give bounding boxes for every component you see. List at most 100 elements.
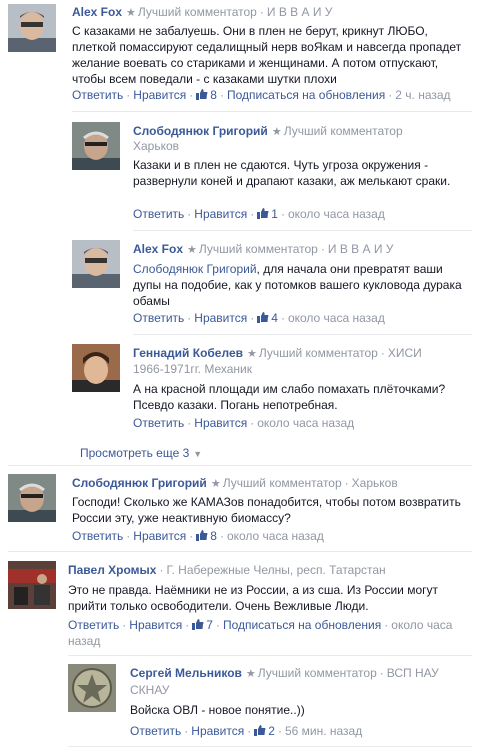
timestamp[interactable]: назад	[68, 634, 100, 648]
dot-separator: ·	[259, 5, 264, 19]
comment-header: Сергей Мельников ★ Лучший комментатор · ВСП …	[130, 666, 439, 682]
avatar[interactable]	[8, 4, 56, 52]
divider	[8, 465, 472, 466]
like-link[interactable]: Нравится	[194, 416, 247, 430]
comment-text: Слободянюк Григорий, для начала они прев…	[133, 261, 468, 309]
like-link[interactable]: Нравится	[194, 207, 247, 221]
star-icon: ★	[247, 348, 257, 360]
author-name[interactable]: Слободянюк Григорий	[72, 476, 207, 490]
like-count[interactable]: 4	[271, 311, 278, 325]
dot-separator: ·	[189, 529, 194, 543]
dot-separator: ·	[250, 416, 255, 430]
author-affiliation[interactable]: ХИСИ	[388, 346, 422, 360]
author-name[interactable]: Слободянюк Григорий	[133, 124, 268, 138]
timestamp[interactable]: 2 ч. назад	[395, 88, 450, 102]
dot-separator: ·	[384, 618, 389, 632]
avatar[interactable]	[8, 561, 56, 609]
timestamp-wrap: назад	[68, 634, 100, 649]
dot-separator: ·	[185, 618, 190, 632]
like-count[interactable]: 7	[206, 618, 213, 632]
dot-separator: ·	[247, 724, 252, 738]
timestamp[interactable]: около часа назад	[288, 207, 385, 221]
thumbs-up-icon[interactable]	[196, 88, 208, 100]
reply-link[interactable]: Ответить	[133, 311, 184, 325]
dot-separator: ·	[277, 724, 282, 738]
timestamp[interactable]: около часа назад	[288, 311, 385, 325]
top-commenter-badge: Лучший комментатор	[198, 242, 318, 256]
reply-link[interactable]: Ответить	[133, 207, 184, 221]
timestamp[interactable]: около часа назад	[227, 529, 324, 543]
author-name[interactable]: Alex Fox	[72, 5, 122, 19]
divider	[68, 655, 472, 656]
avatar[interactable]	[8, 474, 56, 522]
author-subline: 1966-1971гг. Механик	[133, 362, 253, 376]
author-location[interactable]: Харьков	[352, 476, 398, 490]
thumbs-up-icon[interactable]	[192, 618, 204, 630]
thumbs-up-icon[interactable]	[196, 529, 208, 541]
like-count[interactable]: 8	[210, 529, 217, 543]
subscribe-link[interactable]: Подписаться на обновления	[223, 618, 381, 632]
like-count[interactable]: 8	[210, 88, 217, 102]
comment-header: Слободянюк Григорий ★ Лучший комментатор	[133, 124, 403, 140]
comment-text: Это не правда. Наёмники не из России, а …	[68, 583, 439, 613]
timestamp[interactable]: около часа	[391, 618, 452, 632]
dot-separator: ·	[215, 618, 220, 632]
thumbs-up-icon[interactable]	[254, 724, 266, 736]
dot-separator: ·	[187, 207, 192, 221]
author-affiliation[interactable]: И В В А И У	[328, 242, 394, 256]
avatar[interactable]	[72, 122, 120, 170]
top-commenter-badge: Лучший комментатор	[222, 476, 342, 490]
like-link[interactable]: Нравится	[129, 618, 182, 632]
mention-link[interactable]: Слободянюк Григорий	[133, 262, 257, 276]
like-count[interactable]: 1	[271, 207, 278, 221]
author-location[interactable]: Г. Набережные Челны, респ. Татарстан	[166, 563, 385, 577]
timestamp[interactable]: 56 мин. назад	[285, 724, 362, 738]
author-name[interactable]: Геннадий Кобелев	[133, 346, 243, 360]
comment-actions: Ответить · Нравится · 7 · Подписаться на обнов…	[68, 618, 452, 633]
show-more-label[interactable]: Просмотреть еще 3	[80, 446, 189, 460]
dot-separator: ·	[126, 529, 131, 543]
comment-header: Павел Хромых · Г. Набережные Челны, респ. …	[68, 563, 386, 578]
comment-actions: Ответить · Нравится · около часа назад	[133, 416, 354, 431]
author-name[interactable]: Павел Хромых	[68, 563, 156, 577]
dot-separator: ·	[187, 416, 192, 430]
reply-link[interactable]: Ответить	[133, 416, 184, 430]
like-count[interactable]: 2	[268, 724, 275, 738]
comment-actions: Ответить · Нравится · 2 · 56 мин. назад	[130, 724, 362, 739]
author-affiliation-cont[interactable]: СКНАУ	[130, 683, 169, 698]
avatar[interactable]	[72, 240, 120, 288]
like-link[interactable]: Нравится	[133, 88, 186, 102]
chevron-down-icon[interactable]: ▼	[193, 449, 202, 459]
reply-link[interactable]: Ответить	[68, 618, 119, 632]
dot-separator: ·	[184, 724, 189, 738]
like-link[interactable]: Нравится	[194, 311, 247, 325]
dot-separator: ·	[219, 88, 224, 102]
thumbs-up-icon[interactable]	[257, 311, 269, 323]
thumbs-up-icon[interactable]	[257, 207, 269, 219]
divider	[68, 746, 472, 747]
reply-link[interactable]: Ответить	[72, 529, 123, 543]
show-more-replies[interactable]: Просмотреть еще 3 ▼	[80, 446, 204, 462]
author-affiliation[interactable]: ВСП НАУ	[387, 666, 439, 680]
comment-text: Господи! Сколько же КАМАЗов понадобится,…	[72, 495, 461, 525]
timestamp[interactable]: около часа назад	[257, 416, 354, 430]
avatar[interactable]	[68, 664, 116, 712]
star-icon: ★	[271, 126, 282, 138]
author-location[interactable]: Харьков	[133, 139, 179, 154]
dot-separator: ·	[379, 666, 384, 680]
like-link[interactable]: Нравится	[191, 724, 244, 738]
author-name[interactable]: Сергей Мельников	[130, 666, 242, 680]
comment-text: Казаки и в плен не сдаются. Чуть угроза …	[133, 158, 451, 188]
top-commenter-badge: Лучший комментатор	[258, 346, 378, 360]
comment-header: Геннадий Кобелев ★ Лучший комментатор · ХИСИ	[133, 346, 422, 362]
like-link[interactable]: Нравится	[133, 529, 186, 543]
subscribe-link[interactable]: Подписаться на обновления	[227, 88, 385, 102]
reply-link[interactable]: Ответить	[130, 724, 181, 738]
comment-actions: Ответить · Нравится · 8 · Подписаться на обнов…	[72, 88, 451, 103]
author-affiliation[interactable]: И В В А И У	[267, 5, 333, 19]
author-name[interactable]: Alex Fox	[133, 242, 183, 256]
avatar[interactable]	[72, 344, 120, 392]
reply-link[interactable]: Ответить	[72, 88, 123, 102]
divider	[72, 111, 472, 112]
divider	[133, 334, 472, 335]
